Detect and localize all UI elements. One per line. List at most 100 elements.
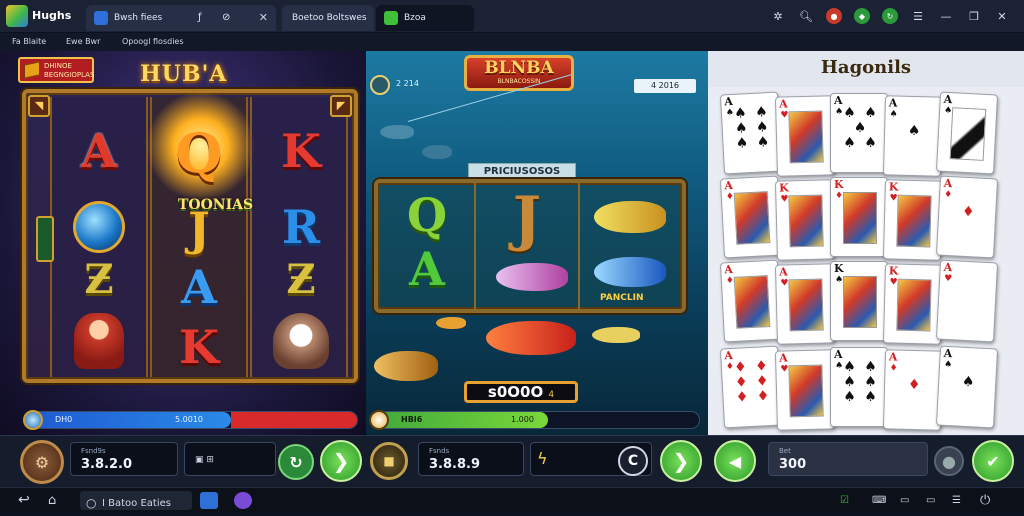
playing-card[interactable]: K ♥ [882,263,944,345]
status-check-icon[interactable]: ☑ [840,488,849,513]
playing-card[interactable]: A ♠ ♠ ♠ ♠ ♠ ♠ ♠ [719,91,783,175]
tab-1[interactable]: Bwsh fiees ƒ ⊘ ✕ [86,5,276,31]
slot-bet-box: Fsnd9s 3.8.2.0 [70,442,178,476]
tab-3[interactable]: Bzoa [376,5,474,31]
tab-pin-icon: ⊘ [222,12,231,23]
playing-card[interactable]: A ♥ [774,263,836,345]
slot-title: HUB'A [140,61,228,87]
sound-icon[interactable] [370,75,390,95]
search-circle-icon: ○ [86,496,97,510]
playing-card[interactable]: A ♥ [935,259,999,343]
inner-label: PANCLIN [600,293,644,303]
back-icon[interactable]: ↩ [18,488,30,513]
autoplay-button[interactable]: ↻ [278,444,314,480]
search-icon[interactable]: 🔍︎ [798,8,814,24]
red-fish-icon [486,321,576,355]
card-rank: K [834,262,844,275]
playing-card[interactable]: A ♥ [774,95,836,177]
options-button[interactable]: ● [934,446,964,476]
face-card-art [896,194,932,248]
display-icon[interactable]: ▭ [926,488,935,513]
fish-progress-bar: HBI6 1.000 [369,410,700,430]
side-tab-icon[interactable] [36,216,54,262]
fish-title: BLNBA [484,58,554,78]
playing-card[interactable]: K ♥ [774,179,836,261]
shield-icon[interactable]: ◆ [854,8,870,24]
bookmarks-bar: Fa Blaite Ewe Bwr Opoogl flosdies [0,33,1024,51]
app-title: Hughs [32,9,72,22]
tab-label: Boetoo Boltswes [292,13,367,23]
badge-text: DHINOE BEGNGIOPLAS [44,62,95,79]
playing-card[interactable]: K ♥ [882,179,944,261]
confirm-button[interactable]: ✔ [972,440,1014,482]
power-icon[interactable]: ⏻ [980,488,990,513]
coin-icon [369,410,389,430]
stop-button[interactable]: ■ [370,442,408,480]
chat-icon[interactable]: ▭ [900,488,909,513]
playing-card[interactable]: A ♠ ♠ ♠ ♠ ♠ ♠ ♠ [830,347,888,427]
fire-button[interactable]: ❯ [660,440,702,482]
corner-ornament-icon: ◥ [28,95,50,117]
playing-card[interactable]: A ♥ [774,349,836,431]
page-icon [94,11,108,25]
playing-card[interactable]: A ♦ [719,175,783,259]
symbol-q-icon: Q [406,188,448,242]
reel-2: Q J A K [146,91,256,377]
browser-icon[interactable] [234,492,252,509]
playing-card[interactable]: A ♦ ♦ [882,349,944,431]
spin-button[interactable]: ❯ [320,440,362,482]
files-icon[interactable] [200,492,218,509]
settings-button[interactable]: ⚙ [20,440,64,484]
playing-card[interactable]: K ♠ [830,261,888,341]
face-card-art [788,110,824,164]
slot-controls: ⚙ Fsnd9s 3.8.2.0 ▣ ⊞ ↻ ❯ [0,435,366,487]
sync-icon[interactable]: ↻ [882,8,898,24]
playing-card[interactable]: A ♠ ♠ [882,95,944,177]
refresh-button[interactable]: C [618,446,648,476]
fish-reel-frame: Q A J PANCLIN [374,179,686,313]
tab-2[interactable]: Boetoo Boltswes [282,5,374,31]
card-pips: ♠ [907,108,923,140]
balance-label: DH0 [55,415,73,424]
home-icon[interactable]: ⌂ [48,488,56,513]
record-icon[interactable]: ● [826,8,842,24]
symbol-a-green-icon: A [409,242,445,296]
blue-fish-icon [594,257,666,287]
keyboard-icon[interactable]: ⌨ [872,488,886,513]
bookmark-3[interactable]: Opoogl flosdies [122,33,184,51]
symbol-q-icon: Q [175,121,223,185]
bookmark-2[interactable]: Ewe Bwr [66,33,100,51]
playing-card[interactable]: K ♦ [830,177,888,257]
orb-icon [54,197,144,257]
playing-card[interactable]: A ♠ [935,91,999,175]
fishing-hook-icon: J [512,184,542,254]
card-pips: ♦ [961,189,977,221]
close-icon[interactable]: ✕ [259,5,268,31]
network-icon[interactable]: ☰ [952,488,961,513]
playing-card[interactable]: A ♦ ♦ [935,175,999,259]
settings-icon[interactable]: ✲ [770,8,786,24]
card-rank: A [943,92,953,107]
close-window-icon[interactable]: ✕ [994,8,1010,24]
win-suffix: 4 [548,390,555,400]
playing-card[interactable]: A ♠ ♠ [935,345,999,429]
playing-card[interactable]: A ♠ ♠ ♠ ♠ ♠ ♠ [830,93,888,173]
playing-card[interactable]: A ♦ [719,259,783,343]
card-pips [947,273,990,335]
face-card-art [733,275,771,329]
taskbar-search[interactable]: ○ I Batoo Eaties [80,491,192,510]
card-title: Hagonils [820,57,912,78]
menu-icon[interactable]: ☰ [910,8,926,24]
tab-label: Bzoa [404,13,426,23]
card-bet-caption: Bet [779,447,791,455]
face-card-art [843,276,877,328]
card-art [949,107,987,161]
minimize-icon[interactable]: — [938,8,954,24]
restore-icon[interactable]: ❐ [966,8,982,24]
symbol-r-icon: R [281,200,321,254]
deal-button[interactable]: ◀ [714,440,756,482]
slot-info-box: ▣ ⊞ [184,442,276,476]
playing-card[interactable]: A ♦ ♦ ♦ ♦ ♦ ♦ ♦ [719,345,783,429]
card-rank: K [778,181,789,195]
bookmark-1[interactable]: Fa Blaite [12,33,46,51]
